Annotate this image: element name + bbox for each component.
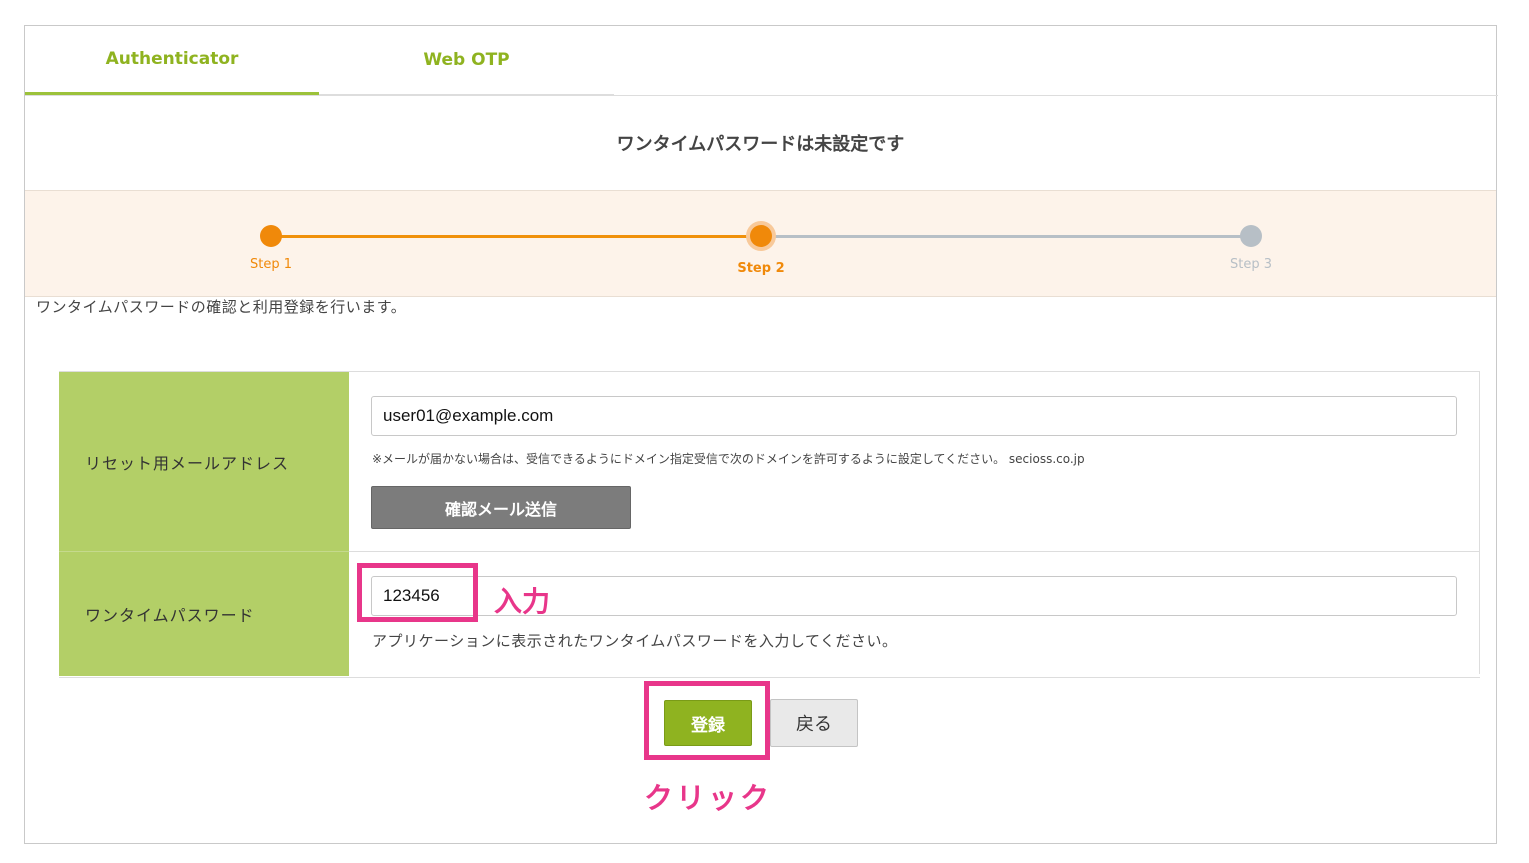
intro-text: ワンタイムパスワードの確認と利用登録を行います。 [36,298,407,316]
otp-highlight-box [357,563,478,622]
step-1-label: Step 1 [249,257,293,272]
tab-bar: Authenticator Web OTP [25,26,1498,96]
step-2-dot [750,225,772,247]
registration-form: リセット用メールアドレス ワンタイムパスワード user01@example.c… [59,371,1480,678]
otp-label: ワンタイムパスワード [59,552,349,676]
row-divider [349,551,1480,552]
step-1-dot [260,225,282,247]
step-line-pending [761,235,1251,238]
otp-help-text: アプリケーションに表示されたワンタイムパスワードを入力してください。 [372,632,898,650]
tab-web-otp[interactable]: Web OTP [319,26,614,95]
input-annotation: 入力 [494,585,551,618]
step-line-completed [271,235,761,238]
step-progress: Step 1 Step 2 Step 3 [25,190,1496,297]
step-3-label: Step 3 [1229,257,1273,272]
email-label: リセット用メールアドレス [59,372,349,551]
label-divider [59,551,349,552]
back-button[interactable]: 戻る [770,699,858,747]
click-annotation: クリック [644,781,773,815]
form-right-border [1479,371,1480,674]
register-highlight-box [644,681,770,760]
step-2-label: Step 2 [737,261,785,276]
email-input[interactable]: user01@example.com [371,396,1457,436]
step-3-dot [1240,225,1262,247]
tab-authenticator[interactable]: Authenticator [25,26,319,95]
page-title: ワンタイムパスワードは未設定です [616,133,905,155]
send-confirmation-mail-button[interactable]: 確認メール送信 [371,486,631,529]
email-note: ※メールが届かない場合は、受信できるようにドメイン指定受信で次のドメインを許可す… [372,452,1085,466]
